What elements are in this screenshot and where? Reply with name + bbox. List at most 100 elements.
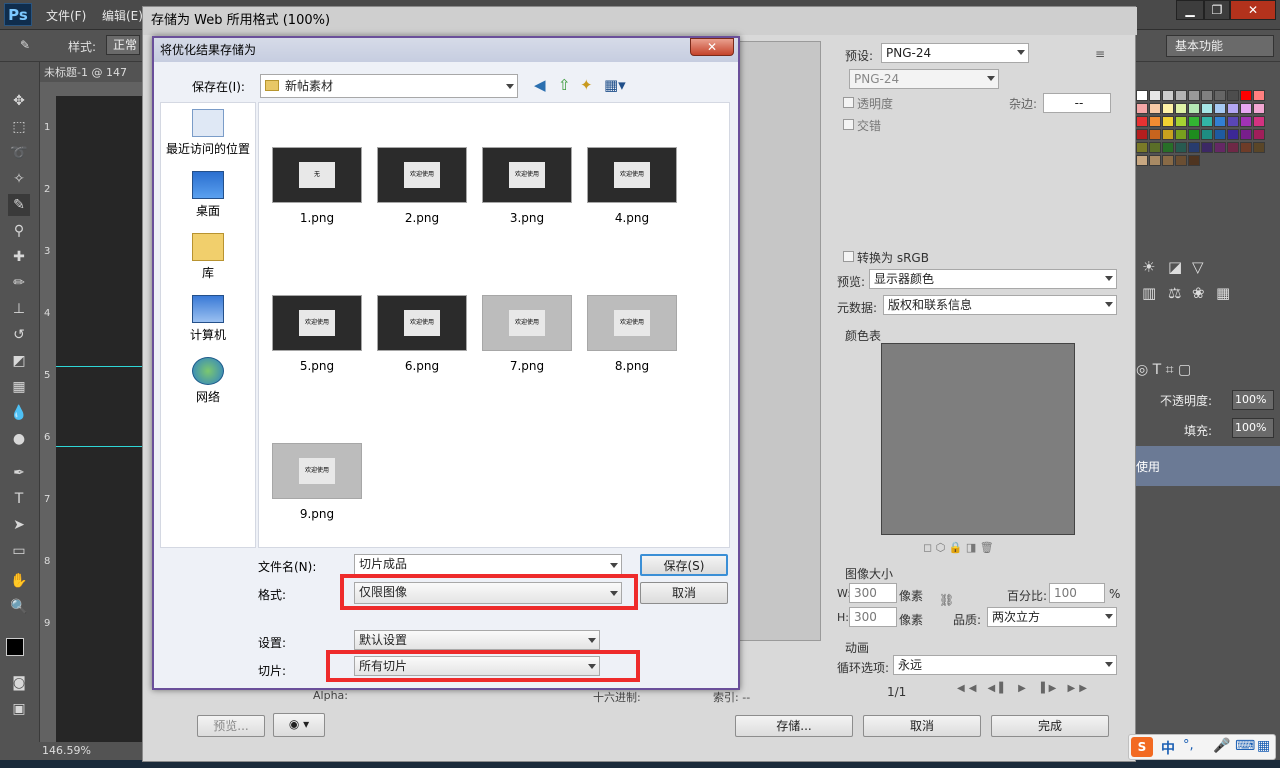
color-swatch[interactable] <box>1175 129 1187 140</box>
zoom-tool-icon[interactable]: 🔍 <box>8 596 30 618</box>
move-tool-icon[interactable]: ✥ <box>8 90 30 112</box>
adjustment-icon[interactable]: ☀ <box>1142 258 1155 276</box>
color-swatch[interactable] <box>1201 116 1213 127</box>
close-button[interactable]: ✕ <box>1230 0 1276 20</box>
color-swatch[interactable] <box>1253 129 1265 140</box>
place-computer[interactable]: 计算机 <box>161 295 255 343</box>
save-in-select[interactable]: 新帖素材 <box>260 74 518 98</box>
file-item[interactable]: 欢迎使用 9.png <box>267 443 367 533</box>
filename-input[interactable]: 切片成品 <box>354 554 622 576</box>
height-field[interactable]: 300 <box>849 607 897 627</box>
new-folder-icon[interactable]: ✦ <box>580 76 593 94</box>
color-swatch[interactable] <box>1188 116 1200 127</box>
pencil-tool-icon[interactable]: ✏ <box>8 272 30 294</box>
channel-mixer-icon[interactable]: ❀ <box>1192 284 1205 302</box>
keyboard-icon[interactable]: ⌨ <box>1235 738 1255 754</box>
menu-file[interactable]: 文件(F) <box>46 7 86 24</box>
color-swatch[interactable] <box>1201 142 1213 153</box>
color-swatch[interactable] <box>1240 90 1252 101</box>
file-item[interactable]: 欢迎使用 5.png <box>267 295 367 385</box>
workspace-select[interactable]: 基本功能 <box>1166 35 1274 57</box>
eyedropper-tool-icon[interactable]: ⚲ <box>8 220 30 242</box>
color-swatch[interactable] <box>1253 142 1265 153</box>
dialog-close-button[interactable]: ✕ <box>690 38 734 56</box>
color-swatch[interactable] <box>1188 103 1200 114</box>
color-swatch[interactable] <box>1253 103 1265 114</box>
color-swatch[interactable] <box>1188 129 1200 140</box>
color-swatch[interactable] <box>1162 116 1174 127</box>
color-swatch[interactable] <box>1175 103 1187 114</box>
color-swatch[interactable] <box>1149 116 1161 127</box>
eraser-tool-icon[interactable]: ◩ <box>8 350 30 372</box>
layer-filter-icons[interactable]: ◎ T ⌗ ▢ <box>1136 362 1191 378</box>
hand-tool-icon[interactable]: ✋ <box>8 570 30 592</box>
view-menu-icon[interactable]: ▦▾ <box>604 76 626 94</box>
menu-edit[interactable]: 编辑(E) <box>102 7 143 24</box>
file-item[interactable]: 欢迎使用 6.png <box>372 295 472 385</box>
color-swatch[interactable] <box>1201 103 1213 114</box>
back-icon[interactable]: ◀ <box>534 76 546 94</box>
dialog-cancel-button[interactable]: 取消 <box>640 582 728 604</box>
ime-punctuation[interactable]: °, <box>1183 738 1194 753</box>
place-network[interactable]: 网络 <box>161 357 255 405</box>
color-swatch[interactable] <box>1227 90 1239 101</box>
foreground-color-swatch[interactable] <box>6 638 24 656</box>
balance-icon[interactable]: ⚖ <box>1168 284 1181 302</box>
place-recent-places[interactable]: 最近访问的位置 <box>161 109 255 157</box>
dodge-tool-icon[interactable]: ● <box>8 428 30 450</box>
quality-select[interactable]: 两次立方 <box>987 607 1117 627</box>
slices-select[interactable]: 所有切片 <box>354 656 600 676</box>
ime-language[interactable]: 中 <box>1161 738 1175 758</box>
color-swatch[interactable] <box>1149 155 1161 166</box>
shape-tool-icon[interactable]: ▭ <box>8 540 30 562</box>
color-swatch[interactable] <box>1240 129 1252 140</box>
microphone-icon[interactable]: 🎤 <box>1213 738 1230 754</box>
save-button[interactable]: 存储... <box>735 715 853 737</box>
file-item[interactable]: 欢迎使用 8.png <box>582 295 682 385</box>
format-type-select[interactable]: 仅限图像 <box>354 582 622 604</box>
preset-menu-icon[interactable]: ≡ <box>1095 47 1105 61</box>
file-item[interactable]: 无 1.png <box>267 147 367 237</box>
history-brush-icon[interactable]: ↺ <box>8 324 30 346</box>
color-swatch[interactable] <box>1162 129 1174 140</box>
matte-select[interactable]: -- <box>1043 93 1111 113</box>
type-tool-icon[interactable]: T <box>8 488 30 510</box>
opacity-field[interactable]: 100% <box>1232 390 1274 410</box>
transparency-checkbox[interactable] <box>843 97 854 108</box>
quick-mask-icon[interactable]: ◙ <box>8 672 30 694</box>
path-select-icon[interactable]: ➤ <box>8 514 30 536</box>
loop-select[interactable]: 永远 <box>893 655 1117 675</box>
done-button[interactable]: 完成 <box>991 715 1109 737</box>
color-swatch[interactable] <box>1227 142 1239 153</box>
style-select[interactable]: 正常 <box>106 35 140 55</box>
color-swatch[interactable] <box>1136 129 1148 140</box>
healing-tool-icon[interactable]: ✚ <box>8 246 30 268</box>
color-swatch[interactable] <box>1188 90 1200 101</box>
marquee-tool-icon[interactable]: ⬚ <box>8 116 30 138</box>
animation-controls[interactable]: ◀◀ ◀▌ ▶ ▐▶ ▶▶ <box>957 683 1117 699</box>
color-swatch[interactable] <box>1214 142 1226 153</box>
color-swatch[interactable] <box>1240 142 1252 153</box>
interlaced-checkbox[interactable] <box>843 119 854 130</box>
screen-mode-icon[interactable]: ▣ <box>8 698 30 720</box>
brush-tool-icon[interactable]: ✎ <box>20 38 30 52</box>
percent-field[interactable]: 100 <box>1049 583 1105 603</box>
maximize-button[interactable]: ❐ <box>1204 0 1230 20</box>
color-swatch[interactable] <box>1227 116 1239 127</box>
color-swatch[interactable] <box>1136 142 1148 153</box>
color-swatch[interactable] <box>1162 155 1174 166</box>
color-swatch[interactable] <box>1136 90 1148 101</box>
minimize-button[interactable]: ▁ <box>1176 0 1204 20</box>
color-swatch[interactable] <box>1136 116 1148 127</box>
dialog-save-button[interactable]: 保存(S) <box>640 554 728 576</box>
cancel-button[interactable]: 取消 <box>863 715 981 737</box>
color-swatch[interactable] <box>1201 129 1213 140</box>
color-swatch[interactable] <box>1149 129 1161 140</box>
blur-tool-icon[interactable]: 💧 <box>8 402 30 424</box>
color-swatch[interactable] <box>1188 155 1200 166</box>
file-item[interactable]: 欢迎使用 3.png <box>477 147 577 237</box>
layer-row[interactable]: 使用 <box>1132 446 1280 486</box>
color-swatch[interactable] <box>1188 142 1200 153</box>
file-item[interactable]: 欢迎使用 2.png <box>372 147 472 237</box>
color-swatch[interactable] <box>1149 103 1161 114</box>
